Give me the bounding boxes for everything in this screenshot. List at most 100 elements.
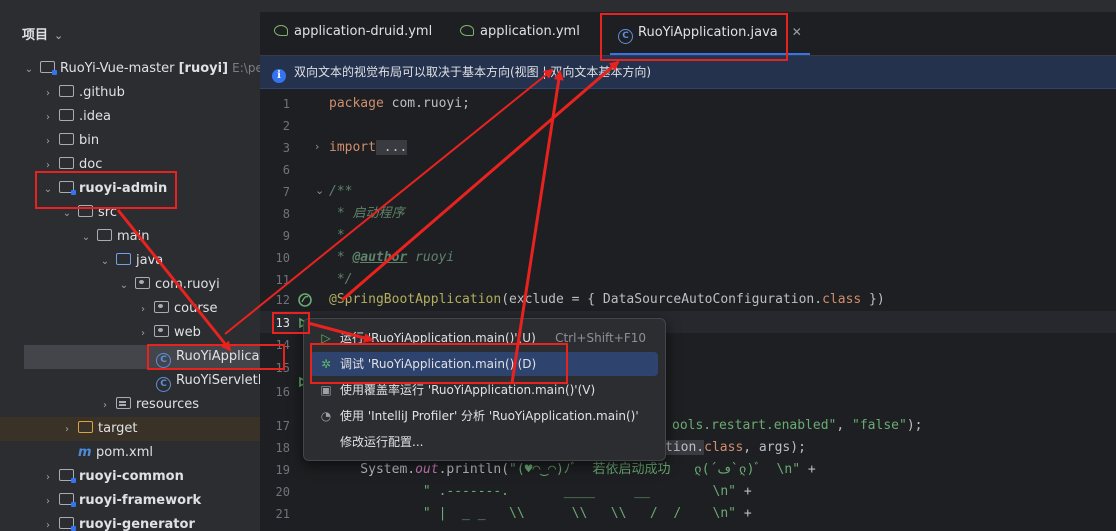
code-text: );: [906, 418, 923, 433]
annotation: @SpringBootApplication: [329, 292, 502, 307]
line-number: 16: [275, 385, 290, 399]
chevron-right-icon[interactable]: ›: [43, 106, 53, 130]
code-text: }): [861, 292, 885, 307]
tree-item-label: bin: [79, 133, 100, 148]
chevron-down-icon[interactable]: ⌄: [54, 29, 63, 42]
close-icon[interactable]: ✕: [792, 25, 802, 39]
tree-item-web[interactable]: › web: [0, 321, 260, 345]
project-panel: 项目 ⌄ ⌄ RuoYi-Vue-master [ruoyi] E:\pers ›.…: [0, 12, 260, 531]
code-text: .println(: [438, 462, 510, 477]
folder-icon: [59, 133, 74, 145]
code-text: +: [800, 462, 816, 477]
tree-item-github[interactable]: › .github: [0, 81, 260, 105]
line-number: 11: [275, 273, 290, 287]
chevron-right-icon[interactable]: ›: [43, 490, 53, 514]
project-path: E:\pers: [232, 61, 260, 75]
tree-item-ruoyi-servlet[interactable]: C RuoYiServletIn: [0, 369, 260, 393]
tree-item-bin[interactable]: › bin: [0, 129, 260, 153]
tree-item-ruoyi-framework[interactable]: › ruoyi-framework: [0, 489, 260, 513]
code-line-8: * 启动程序: [329, 206, 405, 221]
doc-tag: @author: [352, 250, 408, 265]
tree-item-label: course: [174, 301, 218, 316]
chevron-right-icon[interactable]: ›: [138, 298, 148, 322]
tree-item-java[interactable]: ⌄ java: [0, 249, 260, 273]
banner-text: 双向文本的视觉布局可以取决于基本方向(视图 | 双向文本基本方向): [294, 65, 652, 79]
code-line-3: import ...: [329, 137, 408, 159]
code-editor[interactable]: 1 2 3 6 7 8 9 10 11 12 13 14 15 16 17 18…: [260, 89, 1116, 531]
tab-application-yml[interactable]: application.yml: [460, 12, 580, 55]
string: "(♥◠‿◠)ﾉﾞ 若依启动成功 ლ(´ڡ`ლ)ﾞ \n": [509, 462, 801, 477]
tree-item-ruoyi-generator[interactable]: › ruoyi-generator: [0, 513, 260, 531]
package-icon: [135, 277, 150, 289]
line-number: 7: [282, 185, 290, 199]
menu-item-profiler[interactable]: ◔ 使用 'IntelliJ Profiler' 分析 'RuoYiApplica…: [310, 404, 658, 428]
chevron-right-icon[interactable]: ›: [62, 418, 72, 442]
folder-icon: [78, 421, 93, 433]
tree-item-resources[interactable]: › resources: [0, 393, 260, 417]
tree-item-com-ruoyi[interactable]: ⌄ com.ruoyi: [0, 273, 260, 297]
code-text: ruoyi: [407, 250, 455, 265]
tree-item-label: RuoYiServletIn: [176, 373, 260, 388]
code-line-18: tion.class, args);: [665, 437, 806, 459]
chevron-down-icon[interactable]: ⌄: [81, 226, 91, 250]
annotation-box-debug: [310, 343, 568, 384]
tree-item-idea[interactable]: › .idea: [0, 105, 260, 129]
code-text: System.: [329, 462, 416, 477]
tree-item-label: doc: [79, 157, 103, 172]
spring-bean-icon[interactable]: [298, 293, 312, 307]
module-folder-icon: [59, 517, 76, 531]
tree-item-label: pom.xml: [96, 445, 153, 460]
folder-icon: [59, 109, 74, 121]
tree-item-label: .idea: [79, 109, 111, 124]
code-text: ,: [836, 418, 853, 433]
code-line-11: */: [329, 272, 353, 287]
chevron-right-icon[interactable]: ›: [43, 466, 53, 490]
chevron-right-icon[interactable]: ›: [43, 82, 53, 106]
code-text: , args);: [743, 440, 806, 455]
tab-label: application-druid.yml: [294, 24, 433, 39]
tree-item-label: com.ruoyi: [155, 277, 220, 292]
tree-item-label: ruoyi-common: [79, 469, 184, 484]
title-bar: [0, 0, 1116, 12]
chevron-right-icon[interactable]: ›: [315, 140, 319, 153]
code-line-9: *: [329, 228, 345, 243]
line-number: 19: [275, 463, 290, 477]
project-panel-header[interactable]: 项目 ⌄: [22, 24, 63, 43]
module-name: [ruoyi]: [178, 61, 229, 76]
line-number: 10: [275, 251, 290, 265]
resources-folder-icon: [116, 397, 131, 409]
keyword: package: [329, 96, 384, 111]
tree-item-label: .github: [79, 85, 125, 100]
code-text: *: [329, 250, 353, 265]
chevron-down-icon[interactable]: ⌄: [315, 184, 324, 197]
chevron-right-icon[interactable]: ›: [138, 322, 148, 346]
folded-imports[interactable]: ...: [375, 140, 408, 155]
chevron-right-icon[interactable]: ›: [43, 130, 53, 154]
module-folder-icon: [59, 493, 76, 507]
tree-item-main[interactable]: ⌄ main: [0, 225, 260, 249]
chevron-down-icon[interactable]: ⌄: [100, 250, 110, 274]
module-folder-icon: [40, 61, 57, 75]
tree-item-label: target: [98, 421, 138, 436]
chevron-right-icon[interactable]: ›: [100, 394, 110, 418]
tree-item-root[interactable]: ⌄ RuoYi-Vue-master [ruoyi] E:\pers: [0, 56, 260, 80]
chevron-right-icon[interactable]: ›: [43, 514, 53, 531]
chevron-down-icon[interactable]: ⌄: [119, 274, 129, 298]
string: "false": [852, 418, 907, 433]
code-text: com.ruoyi;: [383, 96, 470, 111]
tree-item-pom[interactable]: m pom.xml: [0, 441, 260, 465]
code-text: tion.: [665, 440, 705, 455]
keyword: class: [822, 292, 862, 307]
chevron-down-icon[interactable]: ⌄: [24, 58, 34, 82]
menu-item-label: 使用 'IntelliJ Profiler' 分析 'RuoYiApplicat…: [340, 409, 639, 423]
menu-item-edit-config[interactable]: 修改运行配置...: [310, 430, 658, 454]
tree-item-target[interactable]: › target: [0, 417, 260, 441]
java-class-icon: C: [156, 377, 171, 392]
tab-application-druid[interactable]: application-druid.yml: [274, 12, 432, 55]
tree-item-label: java: [136, 253, 164, 268]
tree-item-course[interactable]: › course: [0, 297, 260, 321]
annotation-box-ruoyi-admin: [35, 171, 177, 209]
code-text: +: [736, 506, 752, 521]
tree-item-ruoyi-common[interactable]: › ruoyi-common: [0, 465, 260, 489]
tree-item-label: ruoyi-framework: [79, 493, 202, 508]
